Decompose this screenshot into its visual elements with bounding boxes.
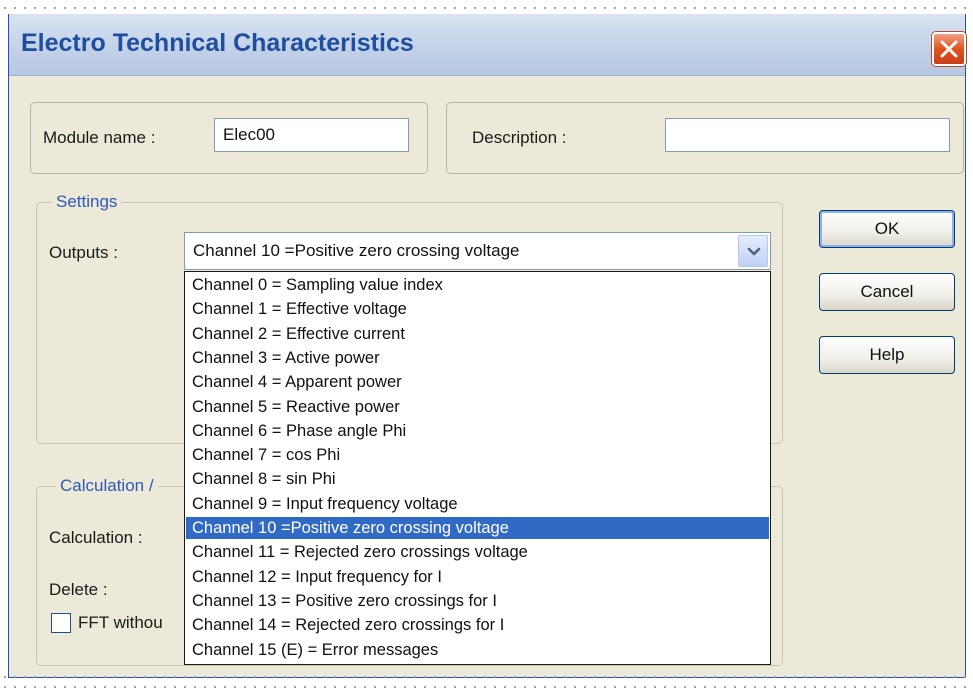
fft-checkbox-label: FFT withou: [78, 613, 163, 632]
dropdown-option[interactable]: Channel 5 = Reactive power: [186, 396, 769, 418]
calculation-legend: Calculation /: [56, 476, 158, 496]
dropdown-option[interactable]: Channel 12 = Input frequency for I: [186, 566, 769, 588]
outputs-selected-value: Channel 10 =Positive zero crossing volta…: [193, 241, 520, 260]
description-input[interactable]: [665, 118, 950, 152]
background-dots-top: [0, 0, 973, 14]
outputs-label: Outputs :: [49, 243, 118, 262]
dropdown-option[interactable]: Channel 10 =Positive zero crossing volta…: [186, 517, 769, 539]
delete-label: Delete :: [49, 580, 108, 599]
dropdown-option[interactable]: Channel 7 = cos Phi: [186, 444, 769, 466]
dropdown-option[interactable]: Channel 4 = Apparent power: [186, 371, 769, 393]
dialog-window: Electro Technical Characteristics Module…: [8, 14, 966, 678]
module-name-label: Module name :: [43, 128, 156, 147]
dropdown-option[interactable]: Channel 13 = Positive zero crossings for…: [186, 590, 769, 612]
dropdown-option[interactable]: Channel 0 = Sampling value index: [186, 274, 769, 296]
dropdown-option[interactable]: Channel 9 = Input frequency voltage: [186, 493, 769, 515]
calculation-label: Calculation :: [49, 528, 143, 547]
dropdown-option[interactable]: Channel 1 = Effective voltage: [186, 298, 769, 320]
dropdown-option[interactable]: Channel 15 (E) = Error messages: [186, 639, 769, 661]
outputs-dropdown-list[interactable]: Channel 0 = Sampling value index Channel …: [184, 271, 771, 665]
close-icon: [940, 40, 958, 58]
description-label: Description :: [472, 128, 567, 147]
module-name-input[interactable]: Elec00: [214, 118, 409, 152]
settings-legend: Settings: [52, 192, 122, 212]
fft-checkbox[interactable]: [51, 613, 71, 633]
cancel-button[interactable]: Cancel: [819, 273, 955, 311]
ok-button[interactable]: OK: [819, 210, 955, 248]
help-button[interactable]: Help: [819, 336, 955, 374]
background-dots-bottom: [0, 676, 973, 692]
dropdown-option[interactable]: Channel 2 = Effective current: [186, 323, 769, 345]
dropdown-option[interactable]: Channel 14 = Rejected zero crossings for…: [186, 614, 769, 636]
dropdown-option[interactable]: Channel 6 = Phase angle Phi: [186, 420, 769, 442]
close-button[interactable]: [932, 32, 966, 66]
dropdown-option[interactable]: Channel 11 = Rejected zero crossings vol…: [186, 541, 769, 563]
outputs-combobox[interactable]: Channel 10 =Positive zero crossing volta…: [184, 232, 771, 270]
title-bar[interactable]: Electro Technical Characteristics: [9, 14, 966, 76]
chevron-down-icon: [747, 247, 761, 256]
dialog-title: Electro Technical Characteristics: [21, 29, 414, 57]
dropdown-option[interactable]: Channel 8 = sin Phi: [186, 468, 769, 490]
dropdown-option[interactable]: Channel 3 = Active power: [186, 347, 769, 369]
combo-dropdown-button[interactable]: [738, 235, 768, 267]
